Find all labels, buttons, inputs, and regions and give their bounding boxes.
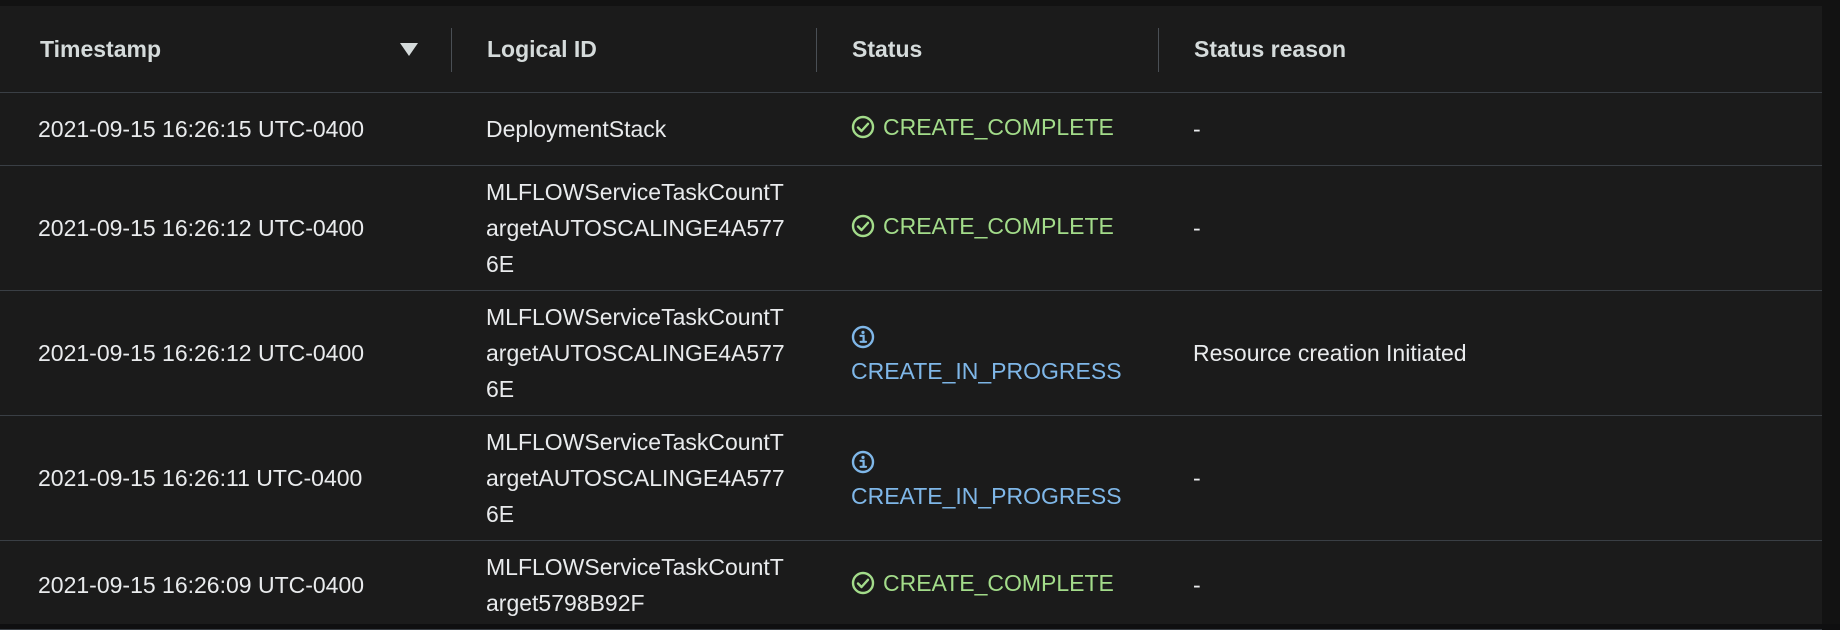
- table-row: 2021-09-15 16:26:15 UTC-0400 DeploymentS…: [0, 92, 1822, 166]
- timestamp-cell: 2021-09-15 16:26:09 UTC-0400: [38, 572, 365, 598]
- status-badge: CREATE_COMPLETE: [851, 208, 1114, 244]
- table-header-row: Timestamp Logical ID Status Status reaso…: [0, 6, 1822, 93]
- logical-id-cell: MLFLOWServiceTaskCountTargetAUTOSCALINGE…: [486, 304, 785, 402]
- status-reason-cell: Resource creation Initiated: [1193, 340, 1467, 366]
- status-badge: CREATE_IN_PROGRESS: [851, 442, 1139, 514]
- header-status-reason[interactable]: Status reason: [1159, 6, 1822, 93]
- logical-id-cell: MLFLOWServiceTaskCountTargetAUTOSCALINGE…: [486, 179, 785, 277]
- header-status-label: Status: [852, 35, 923, 62]
- status-text: CREATE_IN_PROGRESS: [851, 483, 1122, 509]
- status-badge: CREATE_COMPLETE: [851, 109, 1114, 145]
- status-reason-cell: -: [1193, 215, 1201, 241]
- status-badge: CREATE_IN_PROGRESS: [851, 317, 1139, 389]
- table-row: 2021-09-15 16:26:12 UTC-0400 MLFLOWServi…: [0, 290, 1822, 416]
- logical-id-cell: MLFLOWServiceTaskCountTargetAUTOSCALINGE…: [486, 429, 785, 527]
- header-logical-id-label: Logical ID: [487, 35, 597, 62]
- header-status[interactable]: Status: [817, 6, 1159, 93]
- header-timestamp[interactable]: Timestamp: [0, 6, 452, 93]
- status-text: CREATE_COMPLETE: [883, 570, 1114, 596]
- status-badge: CREATE_COMPLETE: [851, 565, 1114, 601]
- check-circle-icon: [851, 115, 875, 139]
- status-text: CREATE_COMPLETE: [883, 213, 1114, 239]
- table-row: 2021-09-15 16:26:09 UTC-0400 MLFLOWServi…: [0, 540, 1822, 630]
- status-text: CREATE_COMPLETE: [883, 114, 1114, 140]
- info-circle-icon: [851, 450, 875, 474]
- header-timestamp-label: Timestamp: [40, 35, 162, 62]
- table-row: 2021-09-15 16:26:12 UTC-0400 MLFLOWServi…: [0, 165, 1822, 291]
- events-panel: Timestamp Logical ID Status Status reaso…: [0, 0, 1840, 630]
- status-reason-cell: -: [1193, 572, 1201, 598]
- check-circle-icon: [851, 571, 875, 595]
- timestamp-cell: 2021-09-15 16:26:15 UTC-0400: [38, 116, 365, 142]
- status-reason-cell: -: [1193, 465, 1201, 491]
- info-circle-icon: [851, 325, 875, 349]
- logical-id-cell: DeploymentStack: [486, 116, 667, 142]
- logical-id-cell: MLFLOWServiceTaskCountTarget5798B92F: [486, 554, 784, 616]
- status-text: CREATE_IN_PROGRESS: [851, 358, 1122, 384]
- header-status-reason-label: Status reason: [1194, 35, 1347, 62]
- scrollbar-track[interactable]: [1822, 0, 1840, 624]
- header-logical-id[interactable]: Logical ID: [452, 6, 817, 93]
- check-circle-icon: [851, 214, 875, 238]
- timestamp-cell: 2021-09-15 16:26:12 UTC-0400: [38, 215, 365, 241]
- timestamp-cell: 2021-09-15 16:26:11 UTC-0400: [38, 465, 363, 491]
- sort-descending-icon[interactable]: [400, 42, 418, 56]
- events-table: Timestamp Logical ID Status Status reaso…: [0, 6, 1822, 630]
- status-reason-cell: -: [1193, 116, 1201, 142]
- timestamp-cell: 2021-09-15 16:26:12 UTC-0400: [38, 340, 365, 366]
- table-row: 2021-09-15 16:26:11 UTC-0400 MLFLOWServi…: [0, 415, 1822, 541]
